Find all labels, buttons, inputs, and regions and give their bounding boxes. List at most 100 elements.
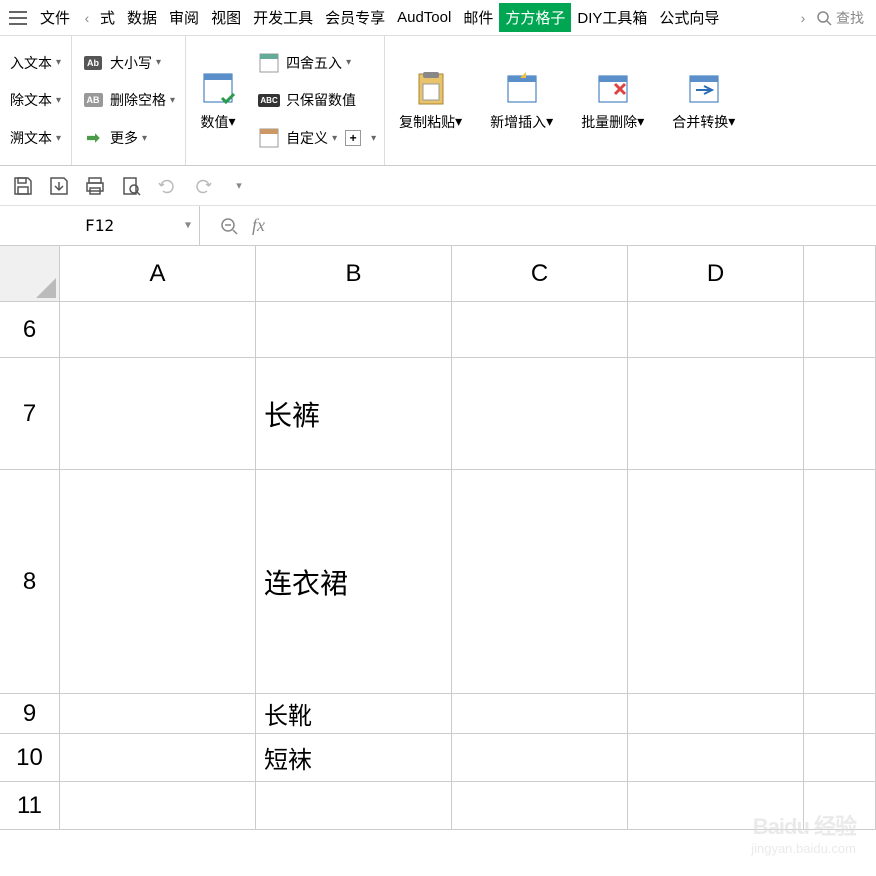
merge-convert-button[interactable]: 合并转换▾ [658,36,749,165]
cell[interactable] [628,694,804,734]
cell[interactable] [628,358,804,470]
row-header[interactable]: 6 [0,302,60,358]
copy-paste-button[interactable]: 复制粘贴▾ [385,36,476,165]
custom-button[interactable]: 自定义▾+▾ [258,124,376,152]
cell[interactable] [804,694,876,734]
arrow-icon: ➡ [86,128,99,148]
col-header-b[interactable]: B [256,246,452,302]
tab-review[interactable]: 审阅 [163,7,205,28]
cell[interactable]: 短袜 [256,734,452,782]
sheet-body: 67891011 长裤连衣裙长靴短袜 [0,302,876,830]
name-box-dropdown-icon[interactable]: ▼ [185,220,191,231]
cell[interactable]: 长靴 [256,694,452,734]
cell[interactable] [60,734,256,782]
tab-devtools[interactable]: 开发工具 [247,7,319,28]
name-box[interactable]: F12 ▼ [0,206,200,245]
cell[interactable] [452,358,628,470]
save-as-icon[interactable] [48,175,70,197]
tab-formula-guide[interactable]: 公式向导 [653,7,725,28]
tab-nav-left[interactable]: ‹ [80,10,94,26]
zoom-out-icon[interactable] [220,217,238,235]
trace-text-button[interactable]: 溯文本▾ [10,125,61,151]
print-icon[interactable] [84,175,106,197]
cell[interactable] [60,470,256,694]
cell-row [60,782,876,830]
cell[interactable] [452,782,628,830]
cell-row: 连衣裙 [60,470,876,694]
insert-new-button[interactable]: 新增插入▾ [476,36,567,165]
tab-diy[interactable]: DIY工具箱 [571,7,653,28]
row-header[interactable]: 8 [0,470,60,694]
row-header[interactable]: 11 [0,782,60,830]
tab-fangfang[interactable]: 方方格子 [499,3,571,32]
cell[interactable] [628,734,804,782]
tab-formula[interactable]: 式 [94,7,121,28]
tab-nav-right[interactable]: › [796,10,810,26]
round-button[interactable]: 四舍五入▾ [258,49,376,77]
case-button[interactable]: Ab大小写▾ [82,49,175,77]
fx-icon[interactable]: fx [252,215,265,236]
ribbon-group-format: Ab大小写▾ AB删除空格▾ ➡更多▾ [72,36,186,165]
remove-spaces-button[interactable]: AB删除空格▾ [82,86,175,114]
save-icon[interactable] [12,175,34,197]
fx-area: fx [200,215,285,236]
insert-text-button[interactable]: 入文本▾ [10,50,61,76]
cell[interactable] [628,470,804,694]
cell[interactable] [256,782,452,830]
row-header[interactable]: 7 [0,358,60,470]
cell[interactable] [452,470,628,694]
tab-data[interactable]: 数据 [121,7,163,28]
row-header[interactable]: 10 [0,734,60,782]
values-button[interactable]: 数值▾ [186,36,250,165]
name-box-value: F12 [85,216,114,235]
cell[interactable]: 长裤 [256,358,452,470]
print-preview-icon[interactable] [120,175,142,197]
cell[interactable] [256,302,452,358]
batch-delete-button[interactable]: 批量删除▾ [567,36,658,165]
cell[interactable] [804,470,876,694]
cell[interactable] [452,734,628,782]
row-headers: 67891011 [0,302,60,830]
tab-audtool[interactable]: AudTool [391,9,457,26]
cell[interactable] [60,782,256,830]
undo-icon[interactable] [156,175,178,197]
col-header-d[interactable]: D [628,246,804,302]
cell[interactable] [60,302,256,358]
plus-icon[interactable]: + [345,130,361,146]
file-menu[interactable]: 文件 [30,7,80,28]
quick-customize-icon[interactable]: ▾ [228,175,250,197]
cell[interactable] [60,358,256,470]
delete-text-button[interactable]: 除文本▾ [10,87,61,113]
cell[interactable] [804,358,876,470]
tab-mail[interactable]: 邮件 [457,7,499,28]
hamburger-icon[interactable] [6,6,30,30]
cell[interactable] [452,694,628,734]
formula-input[interactable] [285,206,876,245]
more-button[interactable]: ➡更多▾ [82,124,175,152]
delete-icon [595,70,631,106]
search-icon [816,10,832,26]
row-header[interactable]: 9 [0,694,60,734]
abc-icon: ABC [258,94,279,107]
col-header-e[interactable] [804,246,876,302]
keep-values-button[interactable]: ABC只保留数值 [258,86,376,114]
col-header-c[interactable]: C [452,246,628,302]
search-button[interactable]: 查找 [810,8,870,28]
cell[interactable] [628,302,804,358]
cell[interactable] [804,734,876,782]
redo-icon[interactable] [192,175,214,197]
tab-member[interactable]: 会员专享 [319,7,391,28]
cell[interactable] [628,782,804,830]
tab-view[interactable]: 视图 [205,7,247,28]
cell[interactable] [60,694,256,734]
cell-row: 长靴 [60,694,876,734]
cell[interactable] [804,302,876,358]
cell[interactable] [804,782,876,830]
cell[interactable] [452,302,628,358]
col-header-a[interactable]: A [60,246,256,302]
select-all-corner[interactable] [0,246,60,302]
formula-bar: F12 ▼ fx [0,206,876,246]
cell[interactable]: 连衣裙 [256,470,452,694]
merge-icon [686,70,722,106]
cells-area: 长裤连衣裙长靴短袜 [60,302,876,830]
